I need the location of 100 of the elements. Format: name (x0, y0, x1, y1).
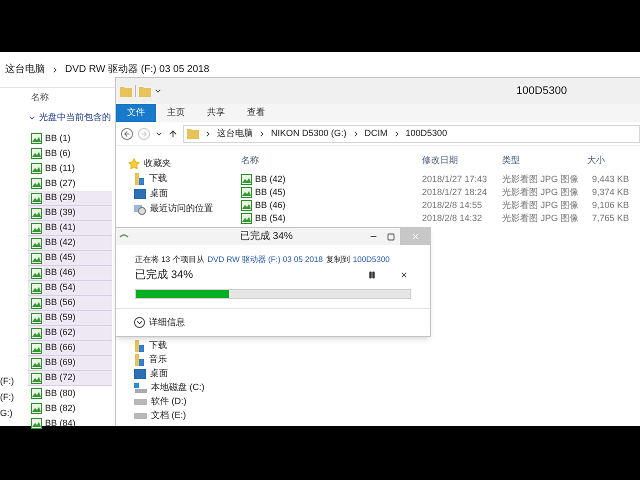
pause-icon[interactable] (368, 271, 376, 280)
image-file-icon (31, 298, 42, 308)
column-header[interactable]: 修改日期 (417, 154, 497, 168)
desktop-icon (134, 369, 146, 379)
image-file-icon (241, 174, 252, 185)
location-link[interactable]: 100D5300 (352, 254, 390, 266)
image-file-icon (31, 163, 42, 174)
breadcrumb-item[interactable]: 这台电脑 (217, 126, 253, 140)
size-cell-text: 7,765 KB (590, 212, 630, 225)
location-link[interactable]: DVD RW 驱动器 (F:) 03 05 2018 (207, 254, 323, 266)
copy-status-message: 正在将 13 个项目从 DVD RW 驱动器 (F:) 03 05 2018 复制到 100D5300 (135, 254, 391, 266)
folder-icon (134, 340, 145, 352)
breadcrumb-item[interactable]: DCIM (364, 126, 388, 140)
file-item[interactable]: BB (82) (28, 401, 112, 416)
dialog-title: 已完成 34% (240, 230, 293, 244)
file-item[interactable]: BB (39) (28, 206, 112, 221)
ribbon-tab[interactable]: 查看 (236, 104, 276, 122)
nav-item[interactable]: 下载 (149, 172, 167, 186)
file-item[interactable]: BB (1) (28, 131, 112, 146)
collapse-icon[interactable] (28, 114, 36, 122)
type-cell-text: 光影看图 JPG 图像 (501, 186, 580, 199)
image-file-icon (31, 222, 42, 234)
desktop-icon (134, 188, 146, 198)
image-file-icon (31, 133, 42, 144)
image-file-icon (31, 403, 42, 414)
nav-item[interactable]: (F:) (0, 374, 28, 389)
group-heading[interactable]: 光盘中当前包含的 (39, 111, 111, 125)
dropdown-icon[interactable] (154, 87, 162, 95)
nav-item[interactable]: 音乐 (149, 353, 167, 367)
breadcrumb-separator-icon (258, 130, 266, 138)
breadcrumb-item[interactable]: DVD RW 驱动器 (F:) 03 05 2018 (65, 62, 210, 77)
folder-icon (134, 354, 145, 366)
file-item[interactable]: BB (45) (28, 251, 112, 266)
image-file-icon (241, 200, 252, 211)
size-cell-text: 9,106 KB (590, 198, 630, 212)
file-item[interactable]: BB (29) (28, 191, 112, 206)
date-cell-text: 2018/1/27 17:43 (421, 172, 488, 186)
file-item[interactable]: BB (54) (28, 281, 112, 296)
nav-item[interactable]: 桌面 (150, 367, 168, 381)
file-item[interactable]: BB (72) (28, 371, 112, 386)
back-icon[interactable] (121, 128, 133, 140)
details-toggle[interactable]: 详细信息 (149, 316, 185, 330)
image-file-icon (31, 342, 42, 354)
image-file-icon (31, 192, 42, 204)
progress-label: 已完成 34% (135, 268, 194, 283)
file-item[interactable]: BB (84) (28, 416, 112, 431)
breadcrumb-separator-icon (51, 66, 59, 74)
close-icon (410, 232, 420, 241)
cancel-icon[interactable] (400, 271, 408, 280)
column-header[interactable]: 大小 (582, 154, 632, 168)
breadcrumb-item[interactable]: 100D5300 (406, 126, 448, 140)
up-icon[interactable] (168, 128, 178, 138)
file-item[interactable]: BB (56) (28, 296, 112, 311)
file-item[interactable]: BB (42) (28, 236, 112, 251)
file-name[interactable]: BB (45) (255, 186, 286, 200)
file-item[interactable]: BB (6) (28, 146, 112, 161)
folder-icon (134, 172, 145, 184)
ribbon-tab[interactable]: 主页 (156, 104, 196, 122)
image-file-icon (31, 178, 42, 189)
drive-icon (134, 399, 147, 405)
image-file-icon (241, 187, 252, 198)
file-name[interactable]: BB (54) (255, 212, 286, 226)
file-item[interactable]: BB (69) (28, 356, 112, 371)
maximize-icon (387, 232, 395, 240)
nav-item[interactable]: 最近访问的位置 (150, 202, 213, 216)
drive-icon (134, 382, 147, 394)
window-title: 100D5300 (516, 84, 567, 99)
nav-item[interactable]: 文档 (E:) (151, 409, 186, 423)
nav-item[interactable]: G:) (0, 406, 28, 421)
file-name[interactable]: BB (46) (255, 198, 286, 212)
image-file-icon (31, 282, 42, 294)
column-header[interactable]: 名称 (28, 88, 49, 107)
file-item[interactable]: BB (62) (28, 326, 112, 341)
file-item[interactable]: BB (66) (28, 341, 112, 356)
nav-item[interactable]: 本地磁盘 (C:) (151, 381, 204, 395)
file-item[interactable]: BB (11) (28, 161, 112, 176)
column-header[interactable]: 名称 (236, 154, 417, 168)
file-name[interactable]: BB (42) (255, 172, 286, 186)
type-cell-text: 光影看图 JPG 图像 (501, 172, 580, 186)
file-item[interactable]: BB (41) (28, 221, 112, 236)
file-item[interactable]: BB (59) (28, 311, 112, 326)
folder-icon (187, 128, 199, 139)
ribbon-tab[interactable]: 共享 (196, 104, 236, 122)
nav-item[interactable]: 软件 (D:) (151, 395, 186, 409)
file-item[interactable]: BB (46) (28, 266, 112, 281)
image-file-icon (31, 388, 42, 399)
nav-item[interactable]: 下载 (149, 339, 167, 353)
address-bar[interactable]: 这台电脑 NIKON D5300 (G:) DCIM 100D5300 (183, 124, 640, 142)
file-item[interactable]: BB (80) (28, 386, 112, 401)
nav-item[interactable]: 桌面 (150, 186, 168, 200)
expand-icon[interactable] (134, 317, 145, 328)
folder-icon (120, 86, 132, 96)
breadcrumb-item[interactable]: NIKON D5300 (G:) (271, 126, 347, 140)
image-file-icon (31, 208, 42, 218)
file-item[interactable]: BB (27) (28, 176, 112, 191)
ribbon-tab[interactable]: 文件 (116, 104, 156, 122)
nav-item[interactable]: 收藏夹 (144, 156, 171, 170)
breadcrumb-item[interactable]: 这台电脑 (5, 62, 45, 77)
column-header[interactable]: 类型 (497, 154, 582, 168)
nav-item[interactable]: (F:) (0, 390, 28, 405)
